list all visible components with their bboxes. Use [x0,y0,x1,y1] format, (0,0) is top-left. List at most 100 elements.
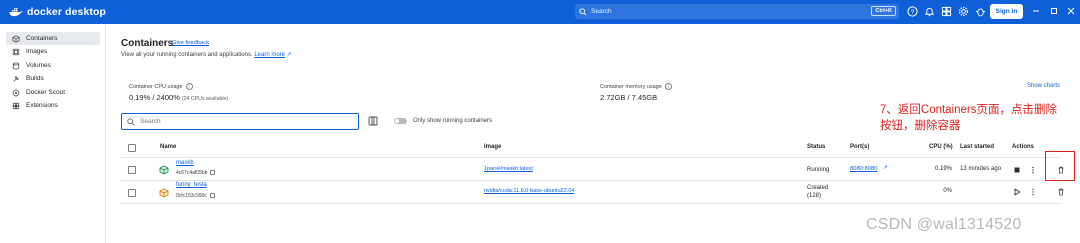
notifications-icon[interactable] [924,6,935,17]
start-play-icon[interactable] [1013,188,1021,196]
container-id-text: 4c67c4af05bb [176,170,208,176]
more-options-icon[interactable] [1029,166,1037,174]
images-icon [12,48,20,55]
image-link[interactable]: nvidia/cuda:11.6.0-base-ubuntu22.04 [484,188,574,194]
divider [121,157,1061,158]
help-icon[interactable]: ? [907,6,918,17]
search-icon [127,117,135,126]
extensions-marketplace-icon[interactable] [941,6,952,17]
sidebar-item-containers[interactable]: Containers [6,32,100,45]
sidebar-item-label: Docker Scout [26,89,66,96]
maximize-icon[interactable] [1049,6,1059,16]
scout-icon [12,88,20,97]
show-charts-link[interactable]: Show charts [1027,83,1060,89]
subtitle-text: View all your running containers and app… [121,52,253,58]
sidebar-item-images[interactable]: Images [6,45,100,58]
column-header-name[interactable]: Name [160,144,176,150]
sign-in-button[interactable]: Sign in [990,4,1023,19]
builds-icon [13,75,19,82]
delete-trash-icon[interactable] [1057,188,1065,196]
last-started: 13 minutes ago [960,166,1002,172]
docker-whale-icon [9,8,23,17]
columns-toggle-icon[interactable] [368,116,378,126]
status-text: Created (128) [807,184,828,200]
top-bar: docker desktop Search Ctrl+K ? Sign in [0,0,1080,24]
only-running-toggle[interactable] [394,118,407,124]
sidebar-item-label: Builds [26,75,44,82]
status-text: Running [807,167,830,173]
cpu-value: 0% [943,188,952,194]
minimize-icon[interactable] [1031,6,1041,16]
stop-icon[interactable] [1013,166,1021,174]
bug-report-icon[interactable] [975,6,986,17]
cpu-usage-value-text: 0.19% / 2400% [129,93,180,102]
page-subtitle: View all your running containers and app… [121,52,291,58]
sidebar-item-builds[interactable]: Builds [6,72,100,85]
sidebar-item-label: Volumes [26,62,51,69]
settings-gear-icon[interactable] [958,6,969,17]
external-link-icon[interactable]: ↗ [883,165,888,171]
give-feedback-link[interactable]: Give feedback [172,40,209,46]
svg-text:?: ? [911,9,915,16]
external-link-icon: ↗ [286,52,292,58]
container-name-link[interactable]: maxkb [176,160,194,166]
search-icon [579,7,587,16]
column-header-status[interactable]: Status [807,144,825,150]
main-content: Containers Give feedback View all your r… [107,24,1080,243]
container-icon [12,34,20,43]
select-all-checkbox[interactable] [128,144,136,152]
divider [121,180,1061,181]
global-search[interactable]: Search Ctrl+K [575,4,899,19]
learn-more-link[interactable]: Learn more [254,52,285,58]
annotation-line-2: 按钮，删除容器 [880,120,961,132]
column-header-last-started[interactable]: Last started [960,144,994,150]
port-link[interactable]: 8080:8080 [850,166,877,172]
sidebar-item-label: Containers [26,35,58,42]
search-shortcut: Ctrl+K [871,6,896,16]
column-header-ports[interactable]: Port(s) [850,144,869,150]
container-id: 4c67c4af05bb [176,170,216,176]
row-checkbox[interactable] [128,189,136,197]
cpu-value: 0.19% [934,166,952,172]
memory-usage-value: 2.72GB / 7.45GB [600,93,658,102]
column-header-actions: Actions [1012,144,1035,150]
cpu-usage-value: 0.19% / 2400% (24 CPUs available) [129,93,228,102]
status-line-1: Created [807,185,829,191]
page-title: Containers [121,38,174,49]
sidebar-item-extensions[interactable]: Extensions [6,99,100,112]
cpu-usage-label: Container CPU usage i [129,83,193,90]
sidebar-item-label: Images [26,48,48,55]
row-checkbox[interactable] [128,166,136,174]
global-search-placeholder: Search [591,8,612,15]
copy-icon[interactable] [209,193,215,199]
red-highlight-box [1045,151,1075,181]
only-running-label: Only show running containers [413,118,493,124]
column-header-image[interactable]: Image [484,144,501,150]
close-icon[interactable] [1066,6,1076,16]
column-header-cpu[interactable]: CPU (%) [929,144,953,150]
cpu-usage-label-text: Container CPU usage [129,83,183,90]
info-icon[interactable]: i [185,83,193,90]
watermark: CSDN @wal1314520 [866,216,1022,233]
image-link[interactable]: 1panel/maxkb:latest [484,166,533,172]
container-id: 0cfc153c990c [176,193,215,199]
cpu-available: (24 CPUs available) [181,96,229,102]
volumes-icon [12,62,20,69]
copy-icon[interactable] [210,170,216,176]
sidebar: Containers Images Volumes Builds Docker … [0,24,106,243]
running-container-icon [159,165,169,175]
memory-usage-label-text: Container memory usage [600,83,662,90]
info-icon[interactable]: i [664,83,672,90]
container-search-placeholder: Search [140,118,161,125]
brand: docker desktop [9,4,106,20]
status-line-2: (128) [807,193,822,199]
divider [121,203,1061,204]
sidebar-item-volumes[interactable]: Volumes [6,59,100,72]
sidebar-item-docker-scout[interactable]: Docker Scout [6,86,100,99]
container-search-input[interactable]: Search [121,113,359,130]
container-name-link[interactable]: funny_tesla [176,182,207,188]
more-options-icon[interactable] [1029,188,1037,196]
sidebar-item-label: Extensions [26,102,58,109]
red-annotation: 7、返回Containers页面，点击删除 按钮，删除容器 [880,102,1080,134]
container-id-text: 0cfc153c990c [176,193,207,199]
